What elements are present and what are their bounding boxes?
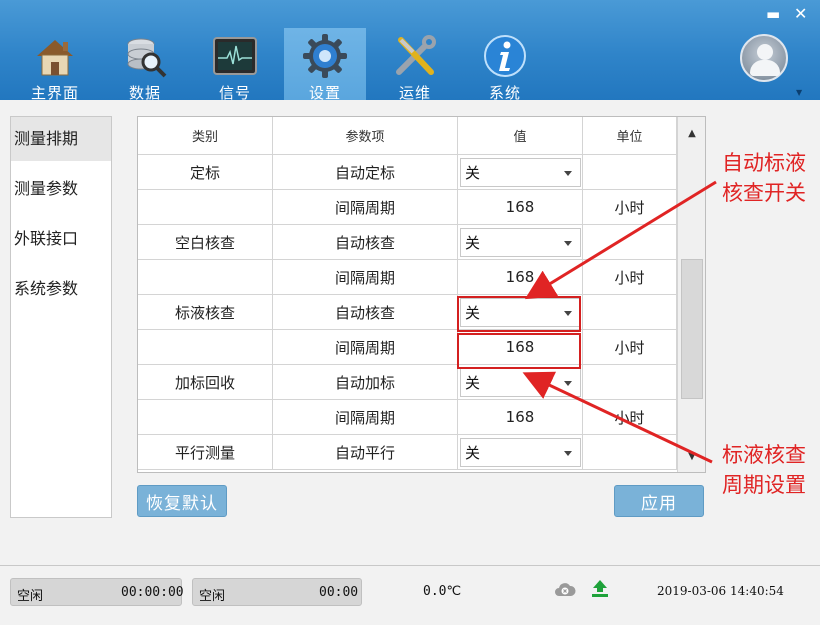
table-cell-category: 平行测量: [138, 435, 273, 470]
value-select[interactable]: 关: [460, 228, 581, 257]
minimize-button[interactable]: ▬: [766, 6, 780, 22]
table-cell-param: 自动定标: [273, 155, 458, 190]
nav-label-signal: 信号: [218, 84, 251, 102]
status-bar: 空闲 00:00:00 空闲 00:00 0.0℃ 2019-03-06 14:…: [0, 565, 820, 625]
column-header-param: 参数项: [273, 117, 458, 155]
chevron-down-icon: [564, 450, 572, 456]
nav-item-settings[interactable]: 设置: [284, 28, 366, 102]
table-cell-category: 空白核查: [138, 225, 273, 260]
table-cell-unit: [583, 155, 677, 190]
sidebar-item-external-interface[interactable]: 外联接口: [11, 217, 111, 261]
table-cell-unit: 小时: [583, 190, 677, 225]
info-icon: [481, 32, 529, 80]
value-select[interactable]: 关: [460, 368, 581, 397]
datetime-readout: 2019-03-06 14:40:54: [657, 584, 784, 598]
table-cell-param: 间隔周期: [273, 400, 458, 435]
close-button[interactable]: ✕: [794, 6, 807, 22]
nav-label-settings: 设置: [308, 84, 341, 102]
nav-item-signal[interactable]: 信号: [194, 28, 276, 102]
auto-check-highlight-box: [457, 296, 581, 332]
table-cell-unit: 小时: [583, 260, 677, 295]
table-cell-param: 间隔周期: [273, 330, 458, 365]
table-cell-param: 自动核查: [273, 225, 458, 260]
annotation-interval-setting: 标液核查 周期设置: [722, 443, 806, 497]
table-cell-param: 自动平行: [273, 435, 458, 470]
status-box-2-time: 00:00: [319, 585, 359, 600]
status-box-1-state: 空闲: [17, 589, 44, 604]
scroll-down-button[interactable]: ▼: [678, 442, 706, 470]
value-select[interactable]: 关: [460, 158, 581, 187]
table-cell-param: 自动加标: [273, 365, 458, 400]
table-cell-param: 自动核查: [273, 295, 458, 330]
table-cell-param: 间隔周期: [273, 190, 458, 225]
nav-label-system: 系统: [488, 84, 521, 102]
value-input[interactable]: 168: [458, 400, 583, 435]
status-box-1-time: 00:00:00: [121, 585, 184, 600]
sidebar-item-measure-params[interactable]: 测量参数: [11, 167, 111, 211]
table-cell-unit: 小时: [583, 330, 677, 365]
chevron-down-icon: [564, 240, 572, 246]
restore-defaults-button[interactable]: 恢复默认: [137, 485, 227, 517]
user-dropdown-icon[interactable]: ▼: [796, 88, 802, 97]
chevron-down-icon: [564, 170, 572, 176]
status-box-2-state: 空闲: [199, 589, 226, 604]
table-cell-param: 间隔周期: [273, 260, 458, 295]
table-cell-category: [138, 330, 273, 365]
nav-item-system[interactable]: 系统: [464, 28, 546, 102]
value-select-text: 关: [465, 444, 481, 462]
column-header-value: 值: [458, 117, 583, 155]
table-cell-unit: [583, 435, 677, 470]
scroll-thumb[interactable]: [681, 259, 703, 399]
value-input[interactable]: 168: [458, 190, 583, 225]
table-cell-category: [138, 260, 273, 295]
settings-sidebar: 测量排期 测量参数 外联接口 系统参数: [10, 116, 112, 518]
annotation-auto-check-switch: 自动标液 核查开关: [722, 151, 806, 205]
interval-highlight-box: [457, 333, 581, 369]
status-box-1: 空闲 00:00:00: [10, 578, 184, 606]
value-select-text: 关: [465, 164, 481, 182]
chevron-down-icon: [564, 380, 572, 386]
home-icon: [31, 32, 79, 80]
scroll-up-button[interactable]: ▲: [678, 119, 706, 147]
cloud-disconnected-icon: [554, 581, 576, 597]
table-cell-unit: [583, 225, 677, 260]
sidebar-item-schedule[interactable]: 测量排期: [11, 117, 111, 161]
database-search-icon: [121, 32, 169, 80]
table-cell-category: 定标: [138, 155, 273, 190]
value-input[interactable]: 168: [458, 260, 583, 295]
main-toolbar: ▬ ✕ 主界面 数据 信号 设置 运维 系统 ▼: [0, 0, 820, 102]
gear-icon: [301, 32, 349, 80]
table-cell-category: 加标回收: [138, 365, 273, 400]
nav-label-maintenance: 运维: [398, 84, 431, 102]
user-avatar-icon[interactable]: [740, 34, 788, 82]
schedule-table-panel: 类别 参数项 值 单位 定标 自动定标关间隔周期 168 小时 空白核查 自动核查关间隔周…: [137, 116, 706, 473]
table-scrollbar[interactable]: ▲ ▼: [677, 117, 705, 472]
nav-item-data[interactable]: 数据: [104, 28, 186, 102]
table-cell-unit: [583, 295, 677, 330]
signal-monitor-icon: [211, 32, 259, 80]
column-header-unit: 单位: [583, 117, 677, 155]
value-select-text: 关: [465, 374, 481, 392]
nav-label-data: 数据: [128, 84, 161, 102]
column-header-category: 类别: [138, 117, 273, 155]
table-cell-category: [138, 190, 273, 225]
nav-item-maintenance[interactable]: 运维: [374, 28, 456, 102]
nav-label-home: 主界面: [30, 84, 79, 102]
value-select-text: 关: [465, 234, 481, 252]
upload-icon[interactable]: [590, 578, 610, 598]
table-cell-unit: 小时: [583, 400, 677, 435]
value-select[interactable]: 关: [460, 438, 581, 467]
table-cell-unit: [583, 365, 677, 400]
status-box-2: 空闲 00:00: [192, 578, 362, 606]
table-cell-category: [138, 400, 273, 435]
tools-icon: [391, 32, 439, 80]
sidebar-item-system-params[interactable]: 系统参数: [11, 267, 111, 311]
temperature-readout: 0.0℃: [423, 584, 462, 599]
nav-item-home[interactable]: 主界面: [14, 28, 96, 102]
apply-button[interactable]: 应用: [614, 485, 704, 517]
table-cell-category: 标液核查: [138, 295, 273, 330]
